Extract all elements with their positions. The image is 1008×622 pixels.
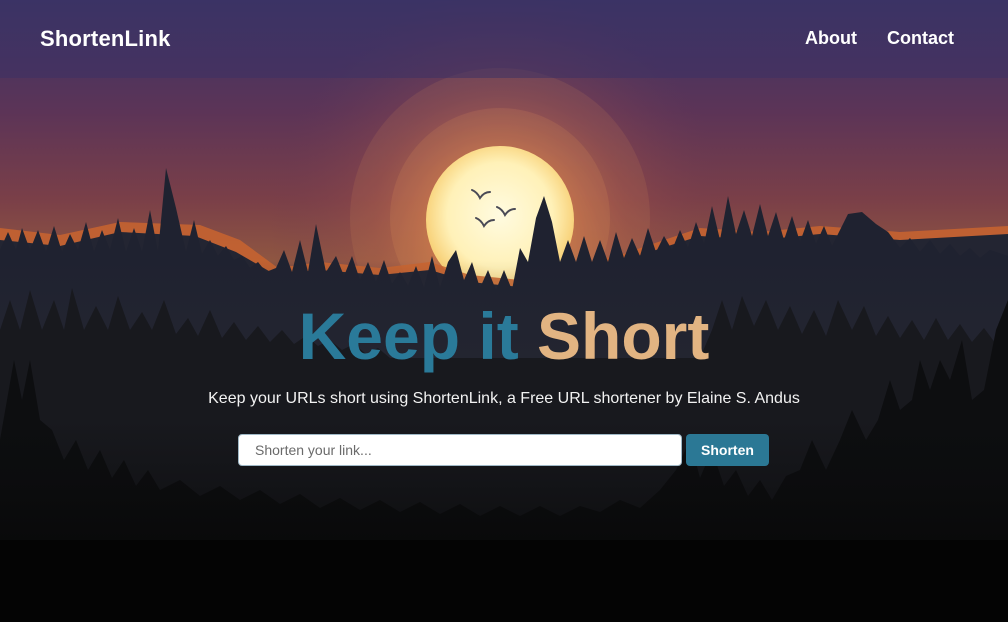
hero-title: Keep it Short xyxy=(0,298,1008,374)
shorten-button[interactable]: Shorten xyxy=(686,434,769,466)
shorten-form: Shorten xyxy=(238,434,770,467)
page: ShortenLink About Contact Keep it Short … xyxy=(0,0,1008,622)
nav-link-about[interactable]: About xyxy=(805,28,857,49)
link-input[interactable] xyxy=(238,434,682,466)
hero-title-part1: Keep it xyxy=(298,299,519,373)
hero-title-part2: Short xyxy=(537,299,710,373)
hero-subtitle: Keep your URLs short using ShortenLink, … xyxy=(208,390,800,407)
nav-link-contact[interactable]: Contact xyxy=(887,28,954,49)
header-bar: ShortenLink About Contact xyxy=(0,0,1008,78)
brand-logo-link[interactable]: ShortenLink xyxy=(40,26,171,52)
